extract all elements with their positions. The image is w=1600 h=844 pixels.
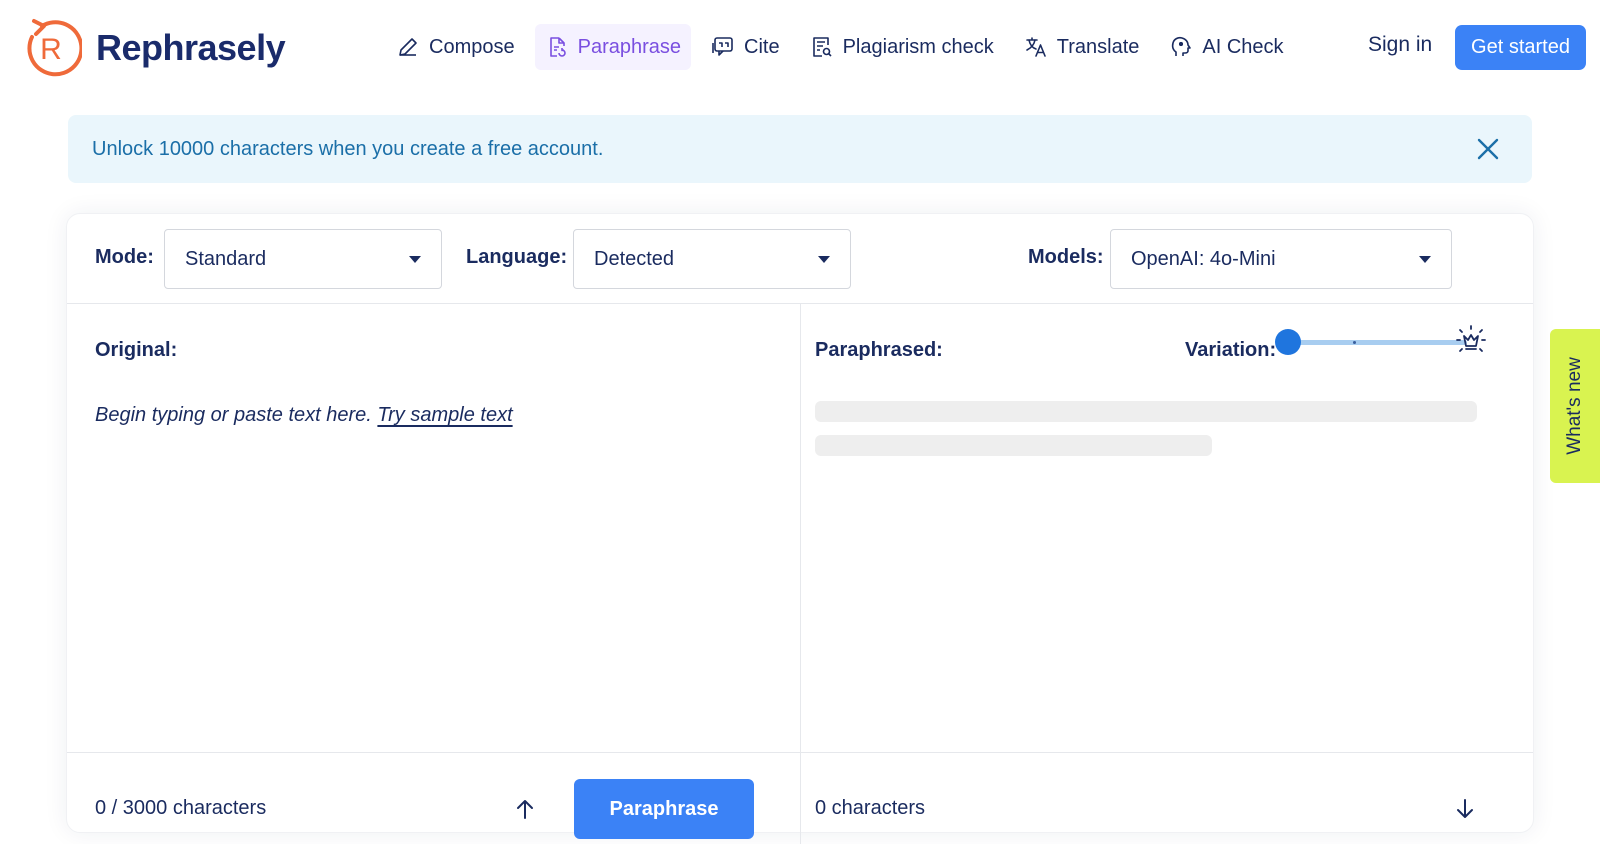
close-icon[interactable]: [1474, 135, 1502, 163]
signup-banner: Unlock 10000 characters when you create …: [68, 115, 1532, 183]
logo-mark-icon: R: [27, 19, 82, 77]
nav-cite[interactable]: Cite: [701, 24, 790, 70]
paraphrased-char-count: 0 characters: [815, 797, 926, 819]
nav-paraphrase-label: Paraphrase: [577, 35, 682, 58]
top-header: R Rephrasely Compose Paraphrase Cite Pla…: [0, 0, 1600, 96]
main-nav: Compose Paraphrase Cite Plagiarism check…: [386, 24, 1304, 70]
brand-logo[interactable]: R Rephrasely: [20, 17, 286, 79]
mode-select[interactable]: Standard: [164, 229, 442, 289]
chevron-down-icon: [818, 256, 830, 263]
slider-tick: [1353, 341, 1356, 344]
variation-slider-thumb[interactable]: [1275, 329, 1301, 355]
whats-new-label: What's new: [1564, 357, 1586, 455]
nav-paraphrase[interactable]: Paraphrase: [534, 24, 692, 70]
loading-line: [815, 435, 1212, 456]
options-toolbar: Mode: Standard Language: Detected Models…: [67, 214, 1533, 304]
nav-compose-label: Compose: [429, 35, 515, 58]
whats-new-tab[interactable]: What's new: [1550, 329, 1600, 483]
language-label: Language:: [466, 246, 568, 268]
paraphrased-title: Paraphrased:: [815, 339, 943, 361]
nav-compose[interactable]: Compose: [386, 24, 525, 70]
nav-ai-check-label: AI Check: [1202, 35, 1284, 58]
pane-divider: [800, 304, 801, 844]
banner-text: Unlock 10000 characters when you create …: [92, 137, 604, 160]
chevron-down-icon: [1419, 256, 1431, 263]
brain-icon: [1172, 36, 1192, 56]
nav-cite-label: Cite: [744, 35, 780, 58]
nav-plagiarism-label: Plagiarism check: [842, 35, 994, 58]
models-value: OpenAI: 4o-Mini: [1131, 247, 1276, 270]
mode-label: Mode:: [95, 246, 154, 268]
nav-translate[interactable]: Translate: [1014, 24, 1150, 70]
document-refresh-icon: [549, 37, 566, 57]
original-char-count: 0 / 3000 characters: [95, 797, 267, 819]
language-select[interactable]: Detected: [573, 229, 851, 289]
original-title: Original:: [95, 339, 178, 361]
paraphraser-card: Mode: Standard Language: Detected Models…: [66, 213, 1534, 844]
nav-plagiarism-check[interactable]: Plagiarism check: [800, 24, 1004, 70]
models-select[interactable]: OpenAI: 4o-Mini: [1110, 229, 1452, 289]
loading-line: [815, 401, 1477, 422]
quote-bubble-icon: [712, 37, 733, 56]
sign-in-link[interactable]: Sign in: [1368, 33, 1432, 57]
mode-value: Standard: [185, 247, 267, 270]
variation-slider[interactable]: [1281, 340, 1467, 345]
brand-name: Rephrasely: [96, 27, 286, 68]
document-search-icon: [812, 37, 832, 57]
crown-icon: [1456, 325, 1486, 352]
chevron-down-icon: [409, 256, 421, 263]
input-placeholder: Begin typing or paste text here.: [95, 404, 372, 426]
try-sample-link[interactable]: Try sample text: [377, 404, 512, 426]
language-value: Detected: [594, 247, 675, 270]
footer-divider: [67, 752, 1533, 753]
svg-text:R: R: [40, 33, 62, 66]
models-label: Models:: [1028, 246, 1104, 268]
download-icon[interactable]: [1454, 798, 1476, 820]
translate-icon: [1025, 37, 1046, 57]
nav-translate-label: Translate: [1056, 35, 1140, 58]
get-started-button[interactable]: Get started: [1455, 25, 1586, 70]
paraphrase-button[interactable]: Paraphrase: [574, 779, 754, 839]
pencil-icon: [399, 38, 417, 56]
upload-icon[interactable]: [514, 798, 536, 820]
nav-ai-check[interactable]: AI Check: [1159, 24, 1293, 70]
original-input[interactable]: Begin typing or paste text here. Try sam…: [95, 404, 513, 427]
variation-label: Variation:: [1185, 339, 1277, 361]
